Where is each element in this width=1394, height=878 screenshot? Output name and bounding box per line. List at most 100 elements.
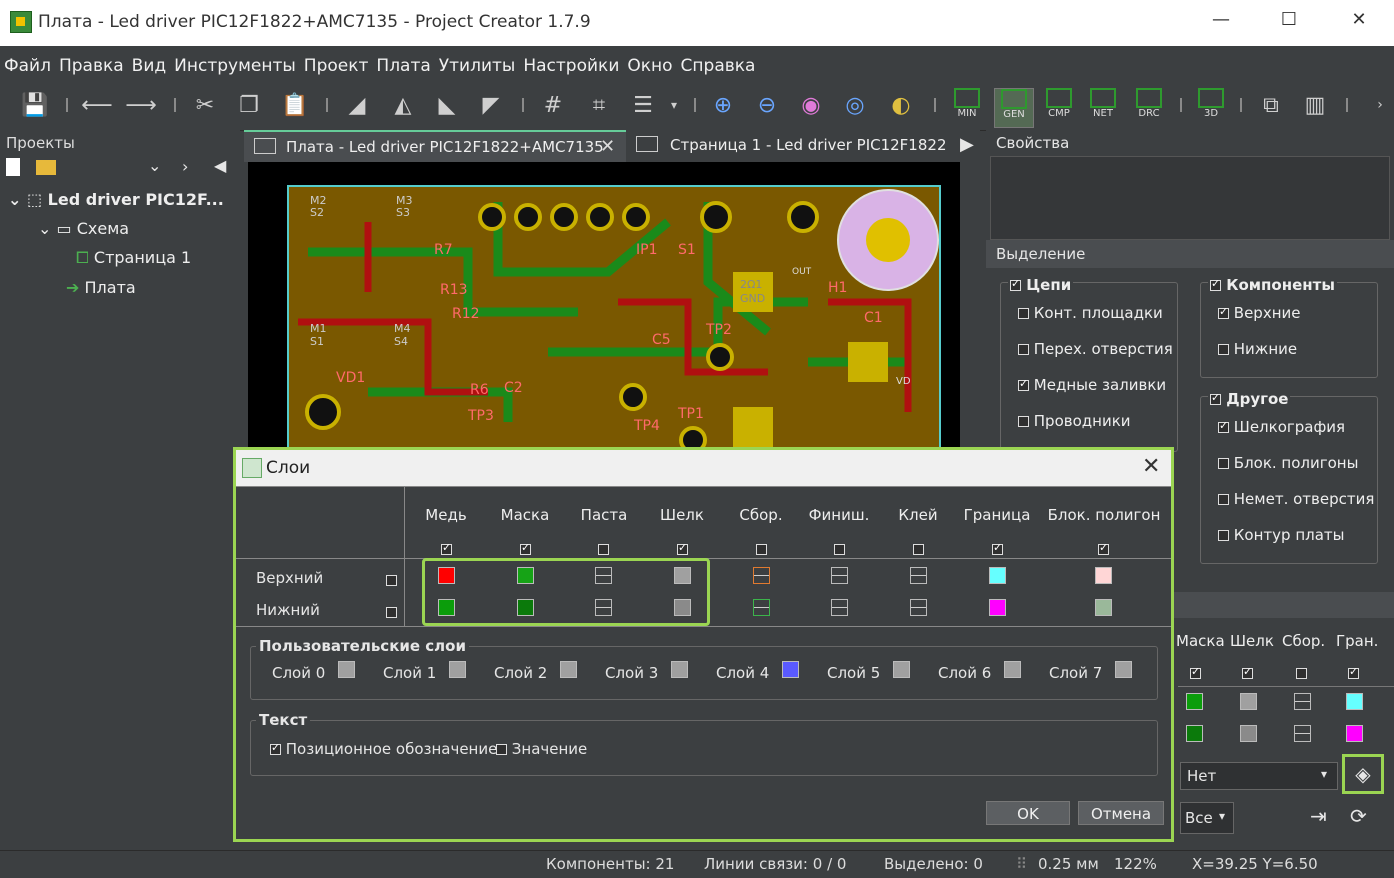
silk-bottom-swatch[interactable]	[674, 599, 691, 616]
zoom-in-icon[interactable]: ⊕	[708, 90, 738, 120]
cut-icon[interactable]: ✂	[190, 90, 220, 120]
finish-top-swatch[interactable]	[831, 567, 848, 584]
collapse-panel-icon[interactable]: ◀	[214, 156, 226, 175]
chevron-down-icon[interactable]: ⌄	[148, 156, 161, 175]
component-icon[interactable]: ▥	[1300, 90, 1330, 120]
maximize-button[interactable]: ☐	[1266, 0, 1312, 40]
copper-checkbox[interactable]	[441, 540, 452, 558]
menu-tools[interactable]: Инструменты	[170, 46, 300, 76]
zoom-previous-icon[interactable]: ◐	[886, 90, 916, 120]
tree-item-page1[interactable]: ⧠ Страница 1	[76, 248, 191, 268]
toolbar-overflow-icon[interactable]: ›	[1370, 90, 1390, 120]
finish-bottom-swatch[interactable]	[831, 599, 848, 616]
border-bottom-swatch[interactable]	[1346, 725, 1363, 742]
mask-checkbox[interactable]	[520, 540, 531, 558]
border-top-swatch[interactable]	[1346, 693, 1363, 710]
menu-window[interactable]: Окно	[623, 46, 676, 76]
value-checkbox[interactable]: Значение	[496, 740, 587, 758]
layers-silk-checkbox[interactable]	[1242, 664, 1253, 682]
paste-bottom-swatch[interactable]	[595, 599, 612, 616]
menu-view[interactable]: Вид	[128, 46, 170, 76]
user-layer-0-swatch[interactable]	[338, 661, 355, 678]
dialog-close-icon[interactable]: ✕	[1142, 454, 1160, 479]
glue-bottom-swatch[interactable]	[910, 599, 927, 616]
menu-edit[interactable]: Правка	[55, 46, 128, 76]
user-layer-4-swatch[interactable]	[782, 661, 799, 678]
zoom-out-icon[interactable]: ⊖	[752, 90, 782, 120]
zoom-selection-icon[interactable]: ◉	[796, 90, 826, 120]
minimize-button[interactable]: —	[1198, 0, 1244, 40]
new-file-icon[interactable]	[6, 158, 20, 176]
other-silk-checkbox[interactable]: Шелкография	[1218, 418, 1345, 436]
menu-utilities[interactable]: Утилиты	[435, 46, 520, 76]
assembly-top-swatch[interactable]	[1294, 693, 1311, 710]
assembly-bottom-swatch[interactable]	[753, 599, 770, 616]
pcb-canvas[interactable]: M2 S2 M3 S3 R7 R13 R12 IP1 S1 M1 S1 M4 S…	[248, 162, 960, 450]
grid-snap-icon[interactable]: ⌗	[584, 90, 614, 120]
net-button[interactable]: NET	[1084, 88, 1122, 126]
expand-icon[interactable]: ⌄	[8, 190, 27, 209]
other-keepout-checkbox[interactable]: Блок. полигоны	[1218, 454, 1358, 472]
layers-mask-checkbox[interactable]	[1190, 664, 1201, 682]
other-group-checkbox[interactable]: Другое	[1208, 390, 1291, 408]
close-window-button[interactable]: ✕	[1336, 0, 1382, 40]
zoom-fit-icon[interactable]: ◎	[840, 90, 870, 120]
tabs-scroll-right-icon[interactable]: ▶	[960, 134, 974, 155]
nets-group-checkbox[interactable]: Цепи	[1008, 276, 1074, 294]
row-bottom-checkbox[interactable]	[386, 603, 397, 621]
drc-button[interactable]: DRC	[1130, 88, 1168, 126]
paste-icon[interactable]: 📋	[280, 90, 310, 120]
border-bottom-swatch[interactable]	[989, 599, 1006, 616]
save-icon[interactable]: 💾	[20, 90, 50, 120]
flip-icon[interactable]: ◣	[432, 90, 462, 120]
layers-border-checkbox[interactable]	[1348, 664, 1359, 682]
glue-top-swatch[interactable]	[910, 567, 927, 584]
menu-board[interactable]: Плата	[372, 46, 434, 76]
close-tab-icon[interactable]: ✕	[600, 132, 615, 162]
ok-button[interactable]: OK	[986, 801, 1070, 825]
mask-top-swatch[interactable]	[1186, 693, 1203, 710]
user-layer-7-swatch[interactable]	[1115, 661, 1132, 678]
chevron-down-icon[interactable]: ▾	[666, 90, 682, 120]
border-checkbox[interactable]	[992, 540, 1003, 558]
filter-combo[interactable]: Все ▾	[1180, 802, 1234, 834]
tree-item-board[interactable]: ➔ Плата	[66, 278, 136, 297]
open-folder-icon[interactable]	[36, 160, 56, 175]
finish-checkbox[interactable]	[834, 540, 845, 558]
pcb-vertical-scrollbar[interactable]	[960, 162, 978, 450]
mirror-icon[interactable]: ◭	[388, 90, 418, 120]
nets-pads-checkbox[interactable]: Конт. площадки	[1018, 304, 1163, 322]
3d-button[interactable]: 3D	[1192, 88, 1230, 126]
user-layer-1-swatch[interactable]	[449, 661, 466, 678]
menu-file[interactable]: Файл	[0, 46, 55, 76]
border-top-swatch[interactable]	[989, 567, 1006, 584]
tree-item-schema[interactable]: ⌄ ▭ Схема	[38, 219, 129, 238]
user-layer-2-swatch[interactable]	[560, 661, 577, 678]
components-top-checkbox[interactable]: Верхние	[1218, 304, 1300, 322]
other-npth-checkbox[interactable]: Немет. отверстия	[1218, 490, 1374, 508]
nets-traces-checkbox[interactable]: Проводники	[1018, 412, 1131, 430]
cancel-button[interactable]: Отмена	[1078, 801, 1164, 825]
layers-button[interactable]: ◈	[1342, 754, 1384, 794]
rotate-icon[interactable]: ◢	[342, 90, 372, 120]
mask-bottom-swatch[interactable]	[1186, 725, 1203, 742]
components-bottom-checkbox[interactable]: Нижние	[1218, 340, 1297, 358]
silk-bottom-swatch[interactable]	[1240, 725, 1257, 742]
copper-bottom-swatch[interactable]	[438, 599, 455, 616]
mask-bottom-swatch[interactable]	[517, 599, 534, 616]
align-icon[interactable]: ☰	[628, 90, 658, 120]
glue-checkbox[interactable]	[913, 540, 924, 558]
expand-icon[interactable]: ⌄	[38, 219, 57, 238]
layers-stack-icon[interactable]: ⧉	[1256, 90, 1286, 120]
paste-top-swatch[interactable]	[595, 567, 612, 584]
keepout-checkbox[interactable]	[1098, 540, 1109, 558]
tree-item-project[interactable]: ⌄ ⬚ Led driver PIC12F...	[8, 190, 224, 209]
redo-icon[interactable]: ⟶	[125, 90, 157, 120]
mask-top-swatch[interactable]	[517, 567, 534, 584]
gen-button[interactable]: GEN	[994, 88, 1034, 128]
user-layer-5-swatch[interactable]	[893, 661, 910, 678]
chevron-down-icon[interactable]: ▾	[1219, 809, 1225, 823]
refresh-icon[interactable]: ⟳	[1350, 804, 1367, 828]
silk-top-swatch[interactable]	[674, 567, 691, 584]
export-icon[interactable]: ⇥	[1310, 804, 1327, 828]
